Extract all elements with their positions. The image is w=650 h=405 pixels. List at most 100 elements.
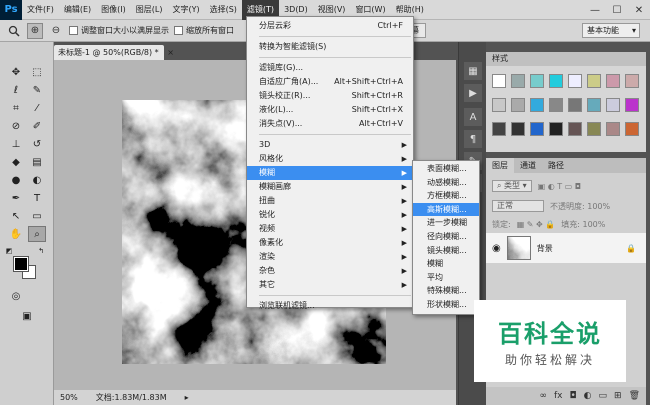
zoom-all-windows-checkbox[interactable]: 缩放所有窗口	[174, 25, 234, 36]
filter-menu-item[interactable]: 浏览联机滤镜...	[247, 299, 413, 313]
add-mask-icon[interactable]: ◘	[570, 391, 577, 401]
style-swatch[interactable]	[492, 98, 506, 112]
style-swatch[interactable]	[530, 98, 544, 112]
style-swatch[interactable]	[511, 98, 525, 112]
style-swatch[interactable]	[549, 122, 563, 136]
menu-layer[interactable]: 图层(L)	[131, 0, 168, 20]
blur-submenu-item[interactable]: 高斯模糊...	[413, 202, 479, 217]
new-group-icon[interactable]: ▭	[599, 391, 608, 401]
tab-paths[interactable]: 路径	[542, 158, 570, 173]
fx-icon[interactable]: fx	[554, 391, 563, 401]
blur-submenu-item[interactable]: 特殊模糊...	[413, 284, 479, 298]
filter-menu-item[interactable]: 扭曲 ▶	[247, 194, 413, 208]
blur-submenu-item[interactable]: 形状模糊...	[413, 298, 479, 312]
layer-row-background[interactable]: ◉ 背景 🔒	[486, 233, 646, 263]
pen-tool-icon[interactable]: ✒	[7, 190, 25, 206]
filter-menu-item[interactable]: 其它 ▶	[247, 278, 413, 292]
quick-mask-icon[interactable]: ◎	[7, 288, 25, 304]
type-tool-icon[interactable]: T	[28, 190, 46, 206]
blur-submenu-item[interactable]: 径向模糊...	[413, 230, 479, 244]
style-swatch[interactable]	[492, 122, 506, 136]
minimize-button[interactable]: —	[584, 0, 606, 20]
filter-menu-item[interactable]: 杂色 ▶	[247, 264, 413, 278]
clone-stamp-icon[interactable]: ⊥	[7, 136, 25, 152]
menu-image[interactable]: 图像(I)	[96, 0, 131, 20]
opacity-field[interactable]: 不透明度: 100%	[550, 201, 610, 212]
gradient-tool-icon[interactable]: ▤	[28, 154, 46, 170]
menu-select[interactable]: 选择(S)	[205, 0, 242, 20]
lock-icons[interactable]: ▦ ✎ ✥ 🔒	[517, 220, 556, 229]
history-brush-icon[interactable]: ↺	[28, 136, 46, 152]
swap-colors-icon[interactable]: ↰	[36, 246, 46, 256]
trash-icon[interactable]: 🗑	[629, 391, 640, 401]
style-swatch[interactable]	[606, 98, 620, 112]
filter-menu-item[interactable]: 3D ▶	[247, 138, 413, 152]
character-panel-icon[interactable]: A	[464, 108, 482, 126]
checkbox-box[interactable]	[69, 26, 78, 35]
filter-menu-item[interactable]: 渲染 ▶	[247, 250, 413, 264]
screen-mode-icon[interactable]: ▣	[18, 308, 36, 324]
status-arrow-icon[interactable]: ▸	[185, 393, 189, 402]
style-swatch[interactable]	[568, 122, 582, 136]
style-swatch[interactable]	[530, 74, 544, 88]
dodge-tool-icon[interactable]: ◐	[28, 172, 46, 188]
filter-menu-item[interactable]: 自适应广角(A)... Alt+Shift+Ctrl+A	[247, 75, 413, 89]
blur-submenu-item[interactable]: 镜头模糊...	[413, 244, 479, 258]
brush-tool-icon[interactable]: ✐	[28, 118, 46, 134]
filter-menu-item[interactable]: 模糊 ▶	[247, 166, 413, 180]
blur-submenu-item[interactable]: 方框模糊...	[413, 189, 479, 203]
healing-brush-icon[interactable]: ⊘	[7, 118, 25, 134]
zoom-tool-icon[interactable]	[6, 23, 22, 39]
filter-menu-item[interactable]: 模糊画廊 ▶	[247, 180, 413, 194]
filter-icons[interactable]: ▣ ◐ T ▭ ◘	[538, 182, 581, 191]
checkbox-box[interactable]	[174, 26, 183, 35]
fill-field[interactable]: 填充: 100%	[561, 219, 605, 230]
style-swatch[interactable]	[530, 122, 544, 136]
style-swatch[interactable]	[511, 74, 525, 88]
visibility-eye-icon[interactable]: ◉	[492, 243, 501, 254]
filter-menu-item[interactable]: 液化(L)... Shift+Ctrl+X	[247, 103, 413, 117]
style-swatch[interactable]	[568, 74, 582, 88]
style-swatch[interactable]	[625, 74, 639, 88]
blend-mode-select[interactable]: 正常	[492, 200, 544, 212]
style-swatch[interactable]	[625, 122, 639, 136]
kind-filter-select[interactable]: ⌕ 类型 ▾	[492, 180, 532, 192]
zoom-in-icon[interactable]: ⊕	[27, 22, 43, 39]
filter-menu-item[interactable]: 滤镜库(G)...	[247, 61, 413, 75]
actions-panel-icon[interactable]: ▶	[464, 84, 482, 102]
style-swatch[interactable]	[625, 98, 639, 112]
path-select-icon[interactable]: ↖	[7, 208, 25, 224]
style-swatch[interactable]	[606, 74, 620, 88]
filter-menu-item[interactable]: 视频 ▶	[247, 222, 413, 236]
styles-tab[interactable]: 样式	[486, 52, 646, 66]
default-colors-icon[interactable]: ◩	[4, 246, 14, 256]
filter-menu-item[interactable]: 分层云彩 Ctrl+F	[247, 19, 413, 33]
style-swatch[interactable]	[606, 122, 620, 136]
style-swatch[interactable]	[587, 74, 601, 88]
blur-tool-icon[interactable]: ●	[7, 172, 25, 188]
filter-menu-item[interactable]: 风格化 ▶	[247, 152, 413, 166]
zoom-out-icon[interactable]: ⊖	[48, 23, 64, 39]
menu-file[interactable]: 文件(F)	[22, 0, 59, 20]
style-swatch[interactable]	[549, 74, 563, 88]
tab-channels[interactable]: 通道	[514, 158, 542, 173]
zoom-level[interactable]: 50%	[60, 393, 78, 402]
blur-submenu-item[interactable]: 进一步模糊	[413, 216, 479, 230]
blur-submenu-item[interactable]: 平均	[413, 271, 479, 285]
maximize-button[interactable]: ☐	[606, 0, 628, 20]
style-swatch[interactable]	[492, 74, 506, 88]
adjustment-layer-icon[interactable]: ◐	[584, 391, 592, 401]
menu-edit[interactable]: 编辑(E)	[59, 0, 96, 20]
close-tab-icon[interactable]: ×	[167, 48, 174, 57]
document-tab[interactable]: 未标题-1 @ 50%(RGB/8) * ×	[54, 45, 174, 60]
eraser-tool-icon[interactable]: ◆	[7, 154, 25, 170]
tab-layers[interactable]: 图层	[486, 158, 514, 173]
style-swatch[interactable]	[587, 122, 601, 136]
lasso-tool-icon[interactable]: ℓ	[7, 82, 25, 98]
paragraph-panel-icon[interactable]: ¶	[464, 130, 482, 148]
shape-tool-icon[interactable]: ▭	[28, 208, 46, 224]
marquee-tool-icon[interactable]: ⬚	[28, 64, 46, 80]
filter-menu-item[interactable]: 消失点(V)... Alt+Ctrl+V	[247, 117, 413, 131]
move-tool-icon[interactable]: ✥	[7, 64, 25, 80]
style-swatch[interactable]	[587, 98, 601, 112]
